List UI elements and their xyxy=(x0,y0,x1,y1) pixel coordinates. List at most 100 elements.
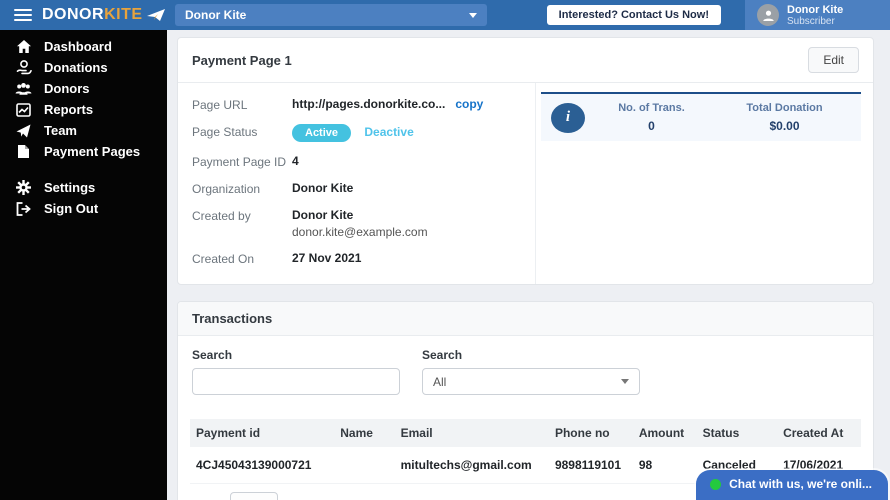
col-header-amount: Amount xyxy=(632,419,697,447)
online-status-icon xyxy=(710,478,722,490)
transactions-title: Transactions xyxy=(192,311,273,326)
transactions-filters: Search Search All xyxy=(178,336,873,409)
cell-amount: 98 xyxy=(632,447,697,484)
cell-name xyxy=(334,447,395,484)
sidebar-item-label: Payment Pages xyxy=(44,144,141,159)
cell-payment-id: 4CJ45043139000721 xyxy=(190,447,335,484)
stat-label: No. of Trans. xyxy=(618,102,685,114)
user-avatar xyxy=(757,4,779,26)
sidebar-item-label: Settings xyxy=(44,180,96,195)
organization-dropdown[interactable]: Donor Kite xyxy=(175,4,487,26)
hand-coin-icon xyxy=(15,60,32,75)
stats-panel: i No. of Trans. 0 Total Donation $0.00 xyxy=(541,92,861,141)
field-label: Payment Page ID xyxy=(192,155,287,169)
topbar-brand: DONOR KITE xyxy=(0,6,167,24)
detail-row-organization: Organization Donor Kite xyxy=(192,181,535,196)
copy-url-link[interactable]: copy xyxy=(455,97,483,111)
contact-us-button[interactable]: Interested? Contact Us Now! xyxy=(546,5,721,25)
status-filter-value: All xyxy=(433,374,447,389)
status-filter-select[interactable]: All xyxy=(422,368,640,395)
organization-dropdown-value: Donor Kite xyxy=(185,8,247,22)
stat-value: 0 xyxy=(648,119,655,133)
chat-widget[interactable]: Chat with us, we're onli... xyxy=(696,470,888,500)
gear-icon xyxy=(15,180,32,195)
sidebar-item-settings[interactable]: Settings xyxy=(0,177,167,198)
page-url-value: http://pages.donorkite.co... xyxy=(292,97,446,111)
sidebar-item-label: Donors xyxy=(44,81,90,96)
sidebar-item-donations[interactable]: Donations xyxy=(0,57,167,78)
payment-page-stats-column: i No. of Trans. 0 Total Donation $0.00 xyxy=(535,83,873,284)
field-label: Page Status xyxy=(192,125,258,139)
chevron-down-icon xyxy=(469,12,477,18)
sidebar: Dashboard Donations Donors Reports Team … xyxy=(0,30,167,500)
stat-transactions: No. of Trans. 0 xyxy=(585,102,718,133)
logo-text-donor: DONOR xyxy=(42,6,105,23)
field-label: Organization xyxy=(192,182,261,196)
transactions-card-header: Transactions xyxy=(178,302,873,336)
page-title: Payment Page 1 xyxy=(192,52,292,68)
kite-plane-icon xyxy=(146,9,165,21)
stat-label: Total Donation xyxy=(746,102,823,114)
sidebar-item-sign-out[interactable]: Sign Out xyxy=(0,198,167,219)
sign-out-icon xyxy=(15,201,32,216)
table-header-row: Payment id Name Email Phone no Amount St… xyxy=(190,419,861,447)
col-header-payment-id: Payment id xyxy=(190,419,335,447)
page-size-select[interactable]: 25 xyxy=(230,492,279,500)
cell-phone: 9898119101 xyxy=(548,447,633,484)
sidebar-item-payment-pages[interactable]: Payment Pages xyxy=(0,141,167,162)
home-icon xyxy=(15,39,32,54)
created-by-email: donor.kite@example.com xyxy=(292,225,428,239)
payment-page-card-header: Payment Page 1 Edit xyxy=(178,38,873,83)
deactivate-link[interactable]: Deactive xyxy=(364,125,413,139)
sidebar-item-reports[interactable]: Reports xyxy=(0,99,167,120)
file-icon xyxy=(15,144,32,159)
sidebar-item-label: Reports xyxy=(44,102,94,117)
edit-button[interactable]: Edit xyxy=(808,47,859,73)
status-active-badge[interactable]: Active xyxy=(292,124,352,142)
chevron-down-icon xyxy=(621,379,629,384)
sidebar-item-donors[interactable]: Donors xyxy=(0,78,167,99)
field-label: Page URL xyxy=(192,98,248,112)
detail-row-page-url: Page URL http://pages.donorkite.co... co… xyxy=(192,97,535,112)
field-label: Created On xyxy=(192,252,255,266)
col-header-phone: Phone no xyxy=(548,419,633,447)
sidebar-item-label: Donations xyxy=(44,60,108,75)
sidebar-item-label: Sign Out xyxy=(44,201,99,216)
created-by-name: Donor Kite xyxy=(292,208,354,222)
stat-total-donation: Total Donation $0.00 xyxy=(718,102,851,133)
detail-row-page-status: Page Status Active Deactive xyxy=(192,124,535,142)
stat-value: $0.00 xyxy=(769,119,800,133)
cell-email: mitultechs@gmail.com xyxy=(394,447,549,484)
paper-plane-icon xyxy=(15,124,32,138)
chat-widget-text: Chat with us, we're onli... xyxy=(729,477,872,491)
col-header-status: Status xyxy=(696,419,778,447)
col-header-name: Name xyxy=(334,419,395,447)
col-header-created-at: Created At xyxy=(777,419,861,447)
field-label: Created by xyxy=(192,209,251,223)
col-header-email: Email xyxy=(394,419,549,447)
users-icon xyxy=(15,82,32,96)
detail-row-created-by: Created by Donor Kite donor.kite@example… xyxy=(192,208,535,239)
payment-page-details: Page URL http://pages.donorkite.co... co… xyxy=(178,83,535,284)
page-id-value: 4 xyxy=(292,154,299,168)
sidebar-item-dashboard[interactable]: Dashboard xyxy=(0,36,167,57)
sidebar-item-label: Team xyxy=(44,123,77,138)
sidebar-item-team[interactable]: Team xyxy=(0,120,167,141)
user-name: Donor Kite xyxy=(787,3,844,16)
user-menu[interactable]: Donor Kite Subscriber xyxy=(745,0,890,30)
detail-row-page-id: Payment Page ID 4 xyxy=(192,154,535,169)
topbar: DONOR KITE Donor Kite Interested? Contact… xyxy=(0,0,890,30)
organization-value: Donor Kite xyxy=(292,181,354,195)
search-text-label: Search xyxy=(192,348,233,362)
payment-page-card: Payment Page 1 Edit Page URL http://page… xyxy=(177,37,874,285)
info-icon: i xyxy=(551,102,585,133)
app-logo: DONOR KITE xyxy=(42,6,166,24)
user-role: Subscriber xyxy=(787,15,835,27)
main-content: ← All Payment Pages > Payment Page 1 Pay… xyxy=(167,0,890,500)
hamburger-menu-icon[interactable] xyxy=(14,9,32,21)
chart-line-icon xyxy=(15,102,32,117)
search-filter-label: Search xyxy=(422,348,463,362)
search-input[interactable] xyxy=(192,368,400,395)
logo-text-kite: KITE xyxy=(104,6,143,23)
person-icon xyxy=(762,10,774,21)
